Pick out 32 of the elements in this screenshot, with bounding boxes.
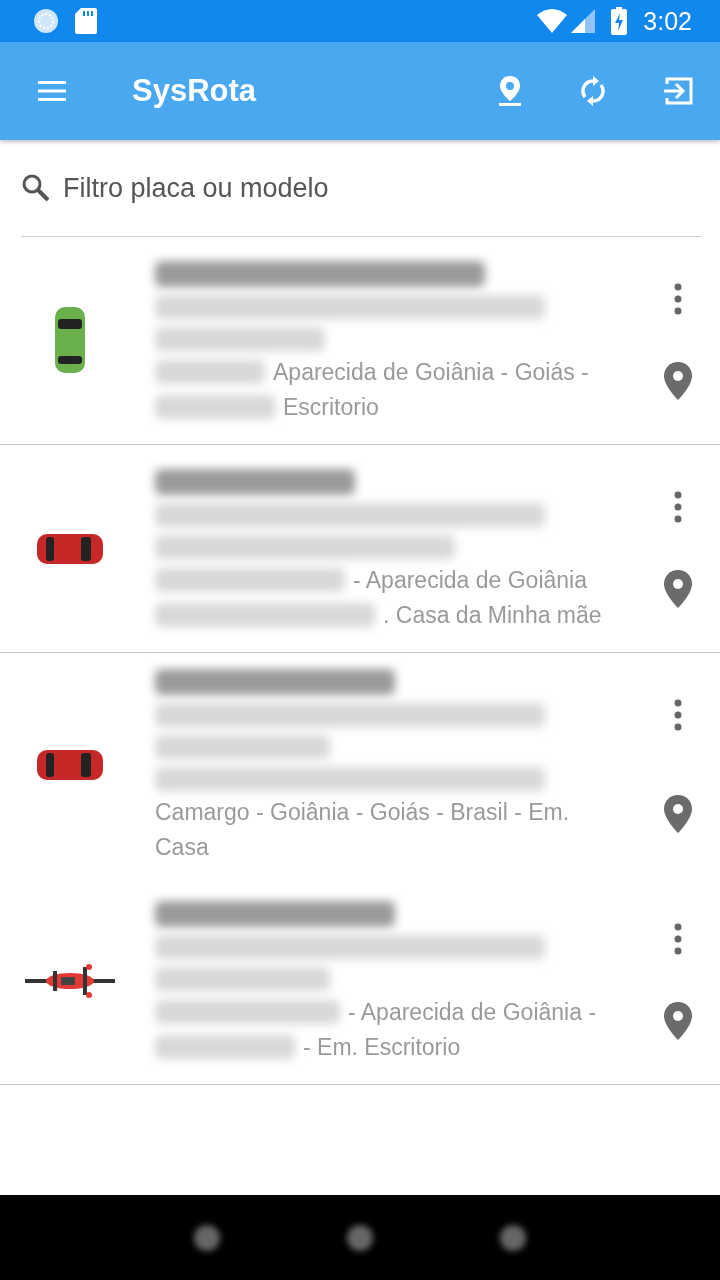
refresh-icon	[580, 76, 606, 106]
menu-button[interactable]	[38, 80, 66, 102]
more-options-button[interactable]	[674, 283, 682, 315]
more-options-button[interactable]	[674, 923, 682, 955]
address-text: Camargo - Goiânia - Goiás - Brasil - Em.	[155, 799, 570, 826]
sync-icon	[33, 8, 59, 34]
logout-icon	[664, 76, 694, 106]
search-field[interactable]: Filtro placa ou modelo	[63, 172, 702, 204]
address-text: - Aparecida de Goiânia -	[348, 998, 597, 1026]
location-pin-button[interactable]	[664, 570, 692, 608]
wifi-icon	[537, 9, 568, 33]
location-pin-button[interactable]	[664, 795, 692, 833]
more-options-button[interactable]	[674, 699, 682, 731]
sd-card-icon	[75, 8, 97, 34]
address-text: - Em. Escritorio	[303, 1033, 461, 1061]
battery-icon	[611, 7, 628, 35]
signal-icon	[571, 9, 596, 33]
app-title: SysRota	[132, 73, 258, 109]
more-options-button[interactable]	[674, 491, 682, 523]
home-button[interactable]	[347, 1224, 373, 1251]
location-pin-button[interactable]	[664, 1002, 692, 1040]
address-text: Escritorio	[283, 393, 379, 421]
address-text: - Aparecida de Goiânia	[353, 566, 587, 594]
location-pin-button[interactable]	[664, 362, 692, 400]
location-pin-icon	[498, 76, 522, 106]
address-text: . Casa da Minha mãe	[383, 601, 602, 629]
address-text: Casa	[155, 834, 209, 861]
address-text: Aparecida de Goiânia - Goiás -	[273, 358, 589, 386]
search-icon	[21, 173, 51, 203]
recents-button[interactable]	[500, 1224, 527, 1251]
clock: 3:02	[643, 6, 692, 36]
back-button[interactable]	[193, 1224, 220, 1251]
